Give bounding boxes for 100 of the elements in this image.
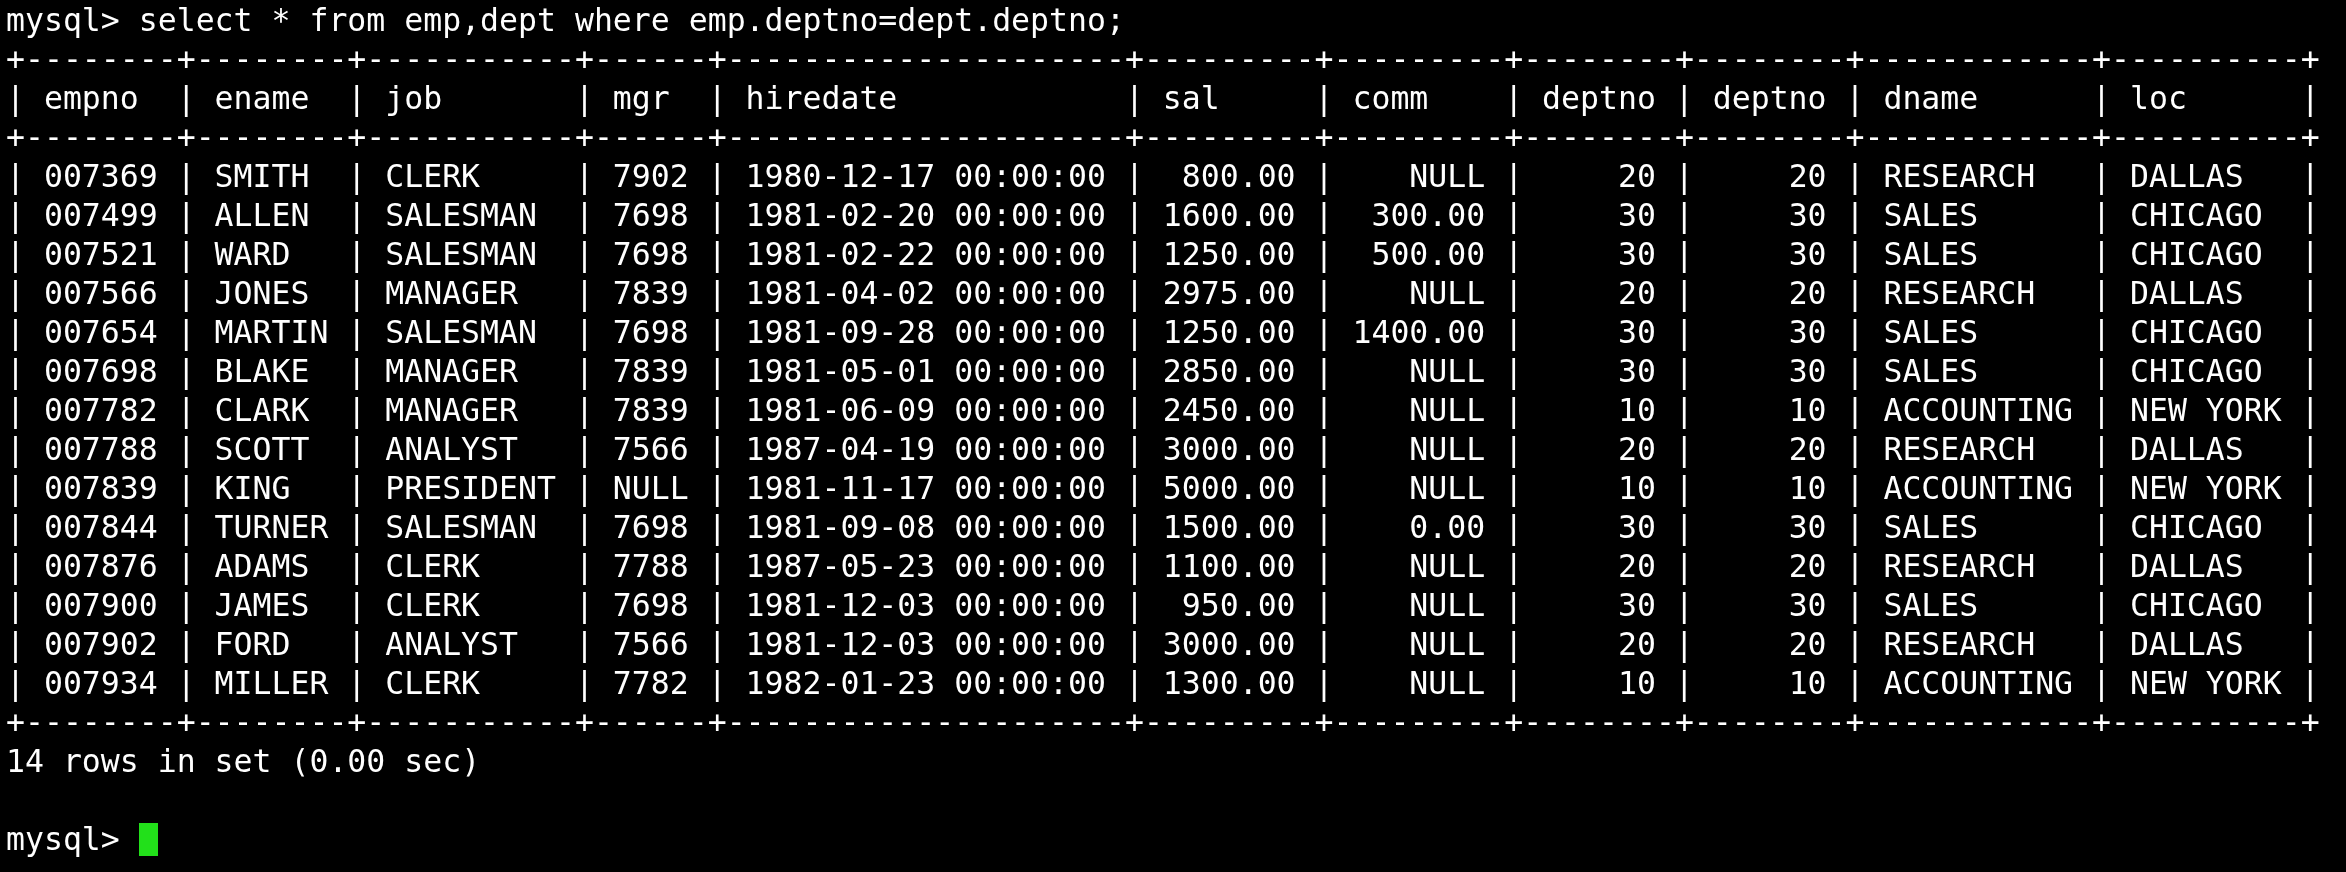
table-cell-text: 30 <box>1787 313 1828 352</box>
table-cell-text: 007499 <box>42 196 159 235</box>
column-separator: | <box>6 235 25 274</box>
table-cell-text: DALLAS <box>2128 274 2245 313</box>
table-cell-text: ADAMS <box>213 547 311 586</box>
column-separator: | <box>2092 391 2111 430</box>
column-separator: | <box>1124 235 1144 274</box>
table-cell-text: 1981-02-20 00:00:00 <box>744 196 1107 235</box>
table-cell-text: 1981-04-02 00:00:00 <box>744 274 1107 313</box>
table-cell-text: 30 <box>1616 235 1657 274</box>
column-separator: | <box>2300 625 2320 664</box>
column-separator: | <box>707 508 727 547</box>
table-cell-text: NEW YORK <box>2128 664 2283 703</box>
table-cell-text: SALESMAN <box>384 196 538 235</box>
table-cell-text: ALLEN <box>213 196 311 235</box>
table-cell-text: 1250.00 <box>1161 235 1297 274</box>
table-cell-text: 20 <box>1787 430 1828 469</box>
column-separator: | <box>1845 196 1865 235</box>
table-cell-text: 2850.00 <box>1161 352 1297 391</box>
column-separator: | <box>176 157 196 196</box>
column-separator: | <box>1314 508 1334 547</box>
column-separator: | <box>1314 586 1334 625</box>
table-cell-text: CLARK <box>213 391 311 430</box>
column-separator: | <box>574 430 594 469</box>
column-separator: | <box>707 625 727 664</box>
table-cell-text: NULL <box>1408 274 1487 313</box>
table-cell-text: 7698 <box>611 196 690 235</box>
table-cell-text: RESEARCH <box>1882 274 2037 313</box>
table-cell-text: NULL <box>1408 547 1487 586</box>
table-cell-text: 30 <box>1616 352 1657 391</box>
column-separator: | <box>1124 469 1144 508</box>
table-cell-text: 1500.00 <box>1161 508 1297 547</box>
table-border: +--------+--------+-----------+------+---------------------+---------+---------+--------+--------+------------+----------+ <box>6 703 2320 742</box>
table-cell-text: RESEARCH <box>1882 157 2037 196</box>
table-cell-text: RESEARCH <box>1882 430 2037 469</box>
column-separator: | <box>1314 274 1334 313</box>
column-separator: | <box>1845 625 1865 664</box>
column-separator: | <box>707 664 727 703</box>
column-separator: | <box>176 274 196 313</box>
column-separator: | <box>1845 157 1865 196</box>
table-cell-text: CHICAGO <box>2128 313 2264 352</box>
table-cell-text: DALLAS <box>2128 625 2245 664</box>
column-separator: | <box>176 352 196 391</box>
table-cell-text: 7698 <box>611 235 690 274</box>
column-header: empno <box>42 79 140 118</box>
table-cell-text: 1981-09-08 00:00:00 <box>744 508 1107 547</box>
column-separator: | <box>1314 664 1334 703</box>
column-separator: | <box>2300 235 2320 274</box>
column-separator: | <box>574 664 594 703</box>
table-cell-text: 007369 <box>42 157 159 196</box>
column-separator: | <box>574 469 594 508</box>
column-separator: | <box>347 430 367 469</box>
table-cell-text: 0.00 <box>1408 508 1487 547</box>
column-separator: | <box>2092 157 2111 196</box>
column-separator: | <box>2092 469 2111 508</box>
table-cell-text: 7902 <box>611 157 690 196</box>
column-separator: | <box>707 547 727 586</box>
column-separator: | <box>1674 547 1694 586</box>
column-separator: | <box>1845 79 1865 118</box>
column-separator: | <box>1504 469 1524 508</box>
table-cell-text: 2450.00 <box>1161 391 1297 430</box>
column-separator: | <box>6 313 25 352</box>
column-separator: | <box>707 79 727 118</box>
table-cell-text: NULL <box>1408 469 1487 508</box>
table-cell-text: MANAGER <box>384 391 520 430</box>
table-cell-text: 30 <box>1787 508 1828 547</box>
column-separator: | <box>2300 508 2320 547</box>
table-cell-text: 007521 <box>42 235 159 274</box>
column-separator: | <box>707 586 727 625</box>
column-separator: | <box>1504 547 1524 586</box>
column-separator: | <box>1314 391 1334 430</box>
column-separator: | <box>347 274 367 313</box>
table-cell-text: NULL <box>1408 664 1487 703</box>
column-separator: | <box>2092 235 2111 274</box>
column-separator: | <box>1504 235 1524 274</box>
column-separator: | <box>1314 235 1334 274</box>
column-separator: | <box>574 586 594 625</box>
table-cell-text: 7788 <box>611 547 690 586</box>
table-cell-text: MILLER <box>213 664 330 703</box>
table-cell-text: JAMES <box>213 586 311 625</box>
column-separator: | <box>347 391 367 430</box>
table-cell-text: SMITH <box>213 157 311 196</box>
column-separator: | <box>2092 352 2111 391</box>
column-separator: | <box>1674 274 1694 313</box>
column-header: loc <box>2128 79 2188 118</box>
table-cell-text: SALES <box>1882 196 1980 235</box>
column-separator: | <box>347 79 367 118</box>
table-cell-text: 20 <box>1787 274 1828 313</box>
column-separator: | <box>176 235 196 274</box>
column-separator: | <box>1674 79 1694 118</box>
column-separator: | <box>2300 469 2320 508</box>
column-separator: | <box>1674 664 1694 703</box>
table-cell-text: SCOTT <box>213 430 311 469</box>
column-separator: | <box>1124 274 1144 313</box>
column-separator: | <box>6 547 25 586</box>
column-separator: | <box>1504 391 1524 430</box>
column-separator: | <box>1504 586 1524 625</box>
column-separator: | <box>574 547 594 586</box>
column-separator: | <box>176 391 196 430</box>
table-cell-text: 30 <box>1787 235 1828 274</box>
